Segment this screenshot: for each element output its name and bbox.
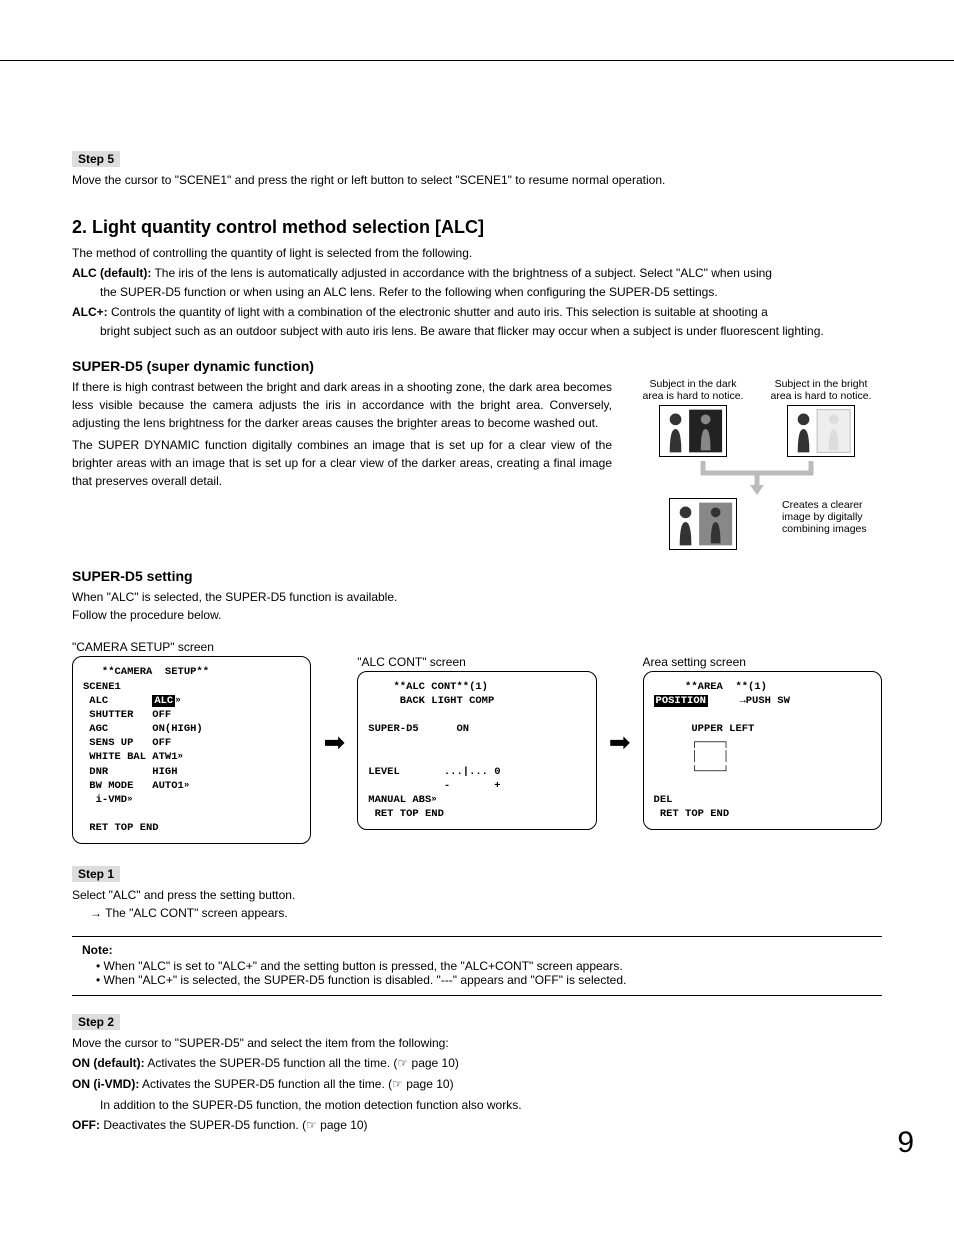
step2-off-term: OFF: [72,1118,100,1132]
alc-default-term: ALC (default): [72,266,151,280]
step2-intro: Move the cursor to "SUPER-D5" and select… [72,1034,882,1052]
alc-cont-screen: **ALC CONT**(1) BACK LIGHT COMP SUPER-D5… [357,671,596,831]
alc-plus-line1: Controls the quantity of light with a co… [108,305,768,319]
step2-onivmd-term: ON (i-VMD): [72,1077,139,1091]
arrow-right-icon: ➡ [321,729,347,755]
superd5-setting-line2: Follow the procedure below. [72,606,882,624]
alc-default-line1: The iris of the lens is automatically ad… [151,266,772,280]
superd5-heading: SUPER-D5 (super dynamic function) [72,358,882,374]
superd5-setting-line1: When "ALC" is selected, the SUPER-D5 fun… [72,588,882,606]
diagram-result-image [669,498,737,550]
note-bullet-2: When "ALC+" is selected, the SUPER-D5 fu… [96,973,882,987]
step2-onivmd-extra: In addition to the SUPER-D5 function, th… [72,1096,882,1115]
note-block: Note: When "ALC" is set to "ALC+" and th… [72,936,882,996]
superd5-para1: If there is high contrast between the br… [72,378,612,432]
document-page: Step 5 Move the cursor to "SCENE1" and p… [0,60,954,1180]
merge-arrow-icon [657,461,857,495]
section2-intro: The method of controlling the quantity o… [72,244,882,262]
step2-onivmd-text: Activates the SUPER-D5 function all the … [139,1077,453,1091]
diagram-bright-caption: Subject in the bright area is hard to no… [766,378,876,402]
page-number: 9 [897,1126,914,1160]
step2-on-term: ON (default): [72,1056,145,1070]
step2-badge: Step 2 [72,1014,120,1030]
alc-default-line2: the SUPER-D5 function or when using an A… [72,283,882,302]
alc-cont-screen-label: "ALC CONT" screen [357,655,596,669]
step1-line1: Select "ALC" and press the setting butto… [72,886,882,904]
area-setting-screen: **AREA **(1) POSITION →PUSH SW UPPER LEF… [643,671,882,831]
superd5-setting-heading: SUPER-D5 setting [72,568,882,584]
note-bullet-1: When "ALC" is set to "ALC+" and the sett… [96,959,882,973]
note-label: Note: [72,943,882,957]
camera-setup-screen: **CAMERA SETUP** SCENE1 ALC ALC» SHUTTER… [72,656,311,844]
superd5-diagram: Subject in the dark area is hard to noti… [632,378,882,550]
step2-on-text: Activates the SUPER-D5 function all the … [145,1056,459,1070]
step1-badge: Step 1 [72,866,120,882]
superd5-para2: The SUPER DYNAMIC function digitally com… [72,436,612,490]
diagram-dark-image [659,405,727,457]
camera-setup-screen-label: "CAMERA SETUP" screen [72,640,311,654]
alc-plus-line2: bright subject such as an outdoor subjec… [72,322,882,341]
step1-line2: → The "ALC CONT" screen appears. [90,904,882,922]
diagram-dark-caption: Subject in the dark area is hard to noti… [638,378,748,402]
step2-off-text: Deactivates the SUPER-D5 function. (☞ pa… [100,1118,368,1132]
step5-badge: Step 5 [72,151,120,167]
diagram-result-caption: Creates a clearer image by digitally com… [782,499,882,535]
area-screen-label: Area setting screen [643,655,882,669]
diagram-bright-image [787,405,855,457]
alc-plus-term: ALC+: [72,305,108,319]
section2-heading: 2. Light quantity control method selecti… [72,217,882,238]
alc-default-def: ALC (default): The iris of the lens is a… [72,264,882,301]
arrow-right-icon: ➡ [607,729,633,755]
alc-plus-def: ALC+: Controls the quantity of light wit… [72,303,882,340]
step5-text: Move the cursor to "SCENE1" and press th… [72,171,882,189]
